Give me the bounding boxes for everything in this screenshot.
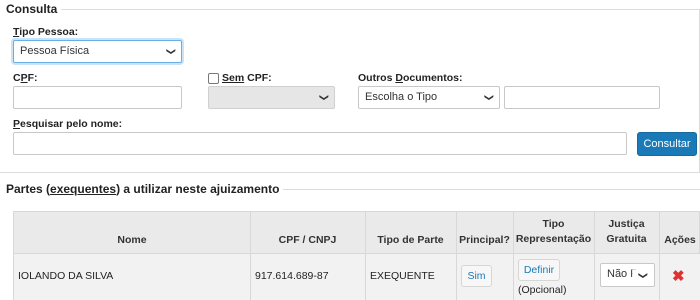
outros-documentos-select[interactable]: Escolha o Tipo ❯ bbox=[358, 86, 500, 109]
table-row: IOLANDO DA SILVA 917.614.689-87 EXEQUENT… bbox=[13, 254, 700, 300]
consultar-button[interactable]: Consultar bbox=[637, 132, 697, 156]
tipo-pessoa-value: Pessoa Física bbox=[20, 45, 90, 57]
chevron-down-icon: ❯ bbox=[484, 93, 495, 102]
col-nome: Nome bbox=[117, 234, 147, 246]
cpf-input[interactable] bbox=[13, 86, 182, 109]
tipo-pessoa-select[interactable]: Pessoa Física ❯ bbox=[13, 40, 182, 63]
partes-legend: Partes (exequentes) a utilizar neste aju… bbox=[0, 182, 284, 196]
principal-sim-button[interactable]: Sim bbox=[461, 265, 492, 287]
opcional-text: (Opcional) bbox=[518, 284, 567, 296]
cpf-label: CPF: bbox=[13, 72, 38, 84]
cell-cpf-cnpj: 917.614.689-87 bbox=[255, 270, 329, 282]
chevron-down-icon: ❯ bbox=[319, 93, 330, 102]
tipo-pessoa-label: Tipo Pessoa: bbox=[13, 26, 79, 38]
cell-tipo-parte: EXEQUENTE bbox=[370, 270, 435, 282]
outros-documentos-label: Outros Documentos: bbox=[358, 72, 463, 84]
col-cpf-cnpj: CPF / CNPJ bbox=[278, 234, 337, 246]
outros-documentos-input[interactable] bbox=[504, 86, 660, 109]
pesquisar-nome-input[interactable] bbox=[13, 132, 627, 155]
col-tipo-parte: Tipo de Parte bbox=[377, 234, 444, 246]
definir-button[interactable]: Definir bbox=[518, 259, 560, 281]
chevron-down-icon: ❯ bbox=[632, 269, 654, 280]
cell-nome: IOLANDO DA SILVA bbox=[18, 270, 114, 282]
col-tipo-representacao: Tipo Representação bbox=[515, 218, 592, 245]
col-justica-gratuita: Justiça Gratuita bbox=[606, 218, 647, 245]
consulta-legend: Consulta bbox=[0, 2, 62, 16]
remove-icon[interactable]: ✖ bbox=[672, 267, 685, 285]
col-acoes: Ações bbox=[664, 234, 696, 246]
sem-cpf-label: Sem CPF: bbox=[222, 72, 272, 84]
table-header: Nome CPF / CNPJ Tipo de Parte Principal?… bbox=[13, 211, 700, 255]
sem-cpf-select[interactable]: ❯ bbox=[208, 86, 335, 109]
justica-gratuita-select[interactable]: Não R ❯ bbox=[600, 263, 655, 287]
col-principal: Principal? bbox=[459, 234, 510, 246]
pesquisar-nome-label: Pesquisar pelo nome: bbox=[13, 118, 123, 130]
sem-cpf-checkbox[interactable] bbox=[208, 73, 219, 84]
chevron-down-icon: ❯ bbox=[166, 47, 177, 56]
